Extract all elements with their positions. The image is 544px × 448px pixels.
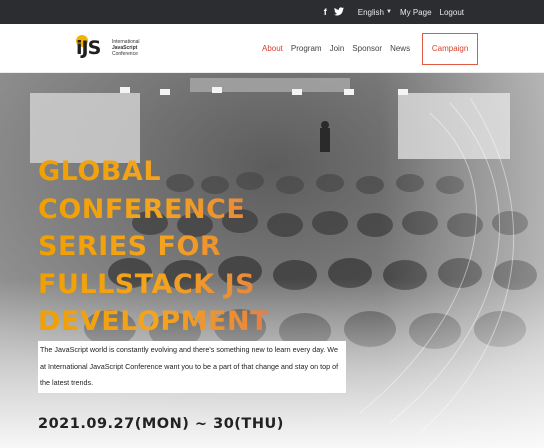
headline-line-1: GLOBAL	[38, 153, 338, 191]
hero-description: The JavaScript world is constantly evolv…	[38, 341, 346, 393]
site-logo[interactable]: iJS International JavaScript Conference	[76, 35, 140, 61]
nav-about[interactable]: About	[258, 44, 287, 53]
facebook-icon[interactable]: f	[324, 7, 327, 17]
event-date: 2021.09.27(MON) ~ 30(THU)	[38, 416, 284, 432]
nav-sponsor[interactable]: Sponsor	[348, 44, 386, 53]
nav-join[interactable]: Join	[326, 44, 349, 53]
twitter-icon[interactable]	[333, 6, 344, 18]
site-header: iJS International JavaScript Conference …	[0, 24, 544, 73]
main-nav: About Program Join Sponsor News Campaign	[258, 24, 479, 73]
hero-headline: GLOBAL CONFERENCE SERIES FOR FULLSTACK J…	[38, 153, 338, 341]
my-page-link[interactable]: My Page	[400, 8, 432, 17]
headline-line-2: CONFERENCE	[38, 191, 338, 229]
logo-wordmark: International JavaScript Conference	[112, 39, 140, 57]
headline-line-4: FULLSTACK JS	[38, 266, 338, 304]
hero-section: GLOBAL CONFERENCE SERIES FOR FULLSTACK J…	[0, 73, 544, 448]
headline-line-5: DEVELOPMENT	[38, 303, 338, 341]
logo-mark: iJS	[76, 35, 101, 59]
caret-down-icon: ▼	[386, 9, 392, 15]
language-label: English	[357, 7, 384, 17]
nav-news[interactable]: News	[386, 44, 414, 53]
social-links: f	[324, 6, 344, 18]
campaign-button[interactable]: Campaign	[422, 32, 479, 65]
top-utility-bar: f English ▼ My Page Logout	[0, 0, 544, 24]
headline-line-3: SERIES FOR	[38, 228, 338, 266]
logout-link[interactable]: Logout	[440, 8, 464, 17]
nav-program[interactable]: Program	[287, 44, 326, 53]
language-selector[interactable]: English ▼	[358, 8, 392, 17]
